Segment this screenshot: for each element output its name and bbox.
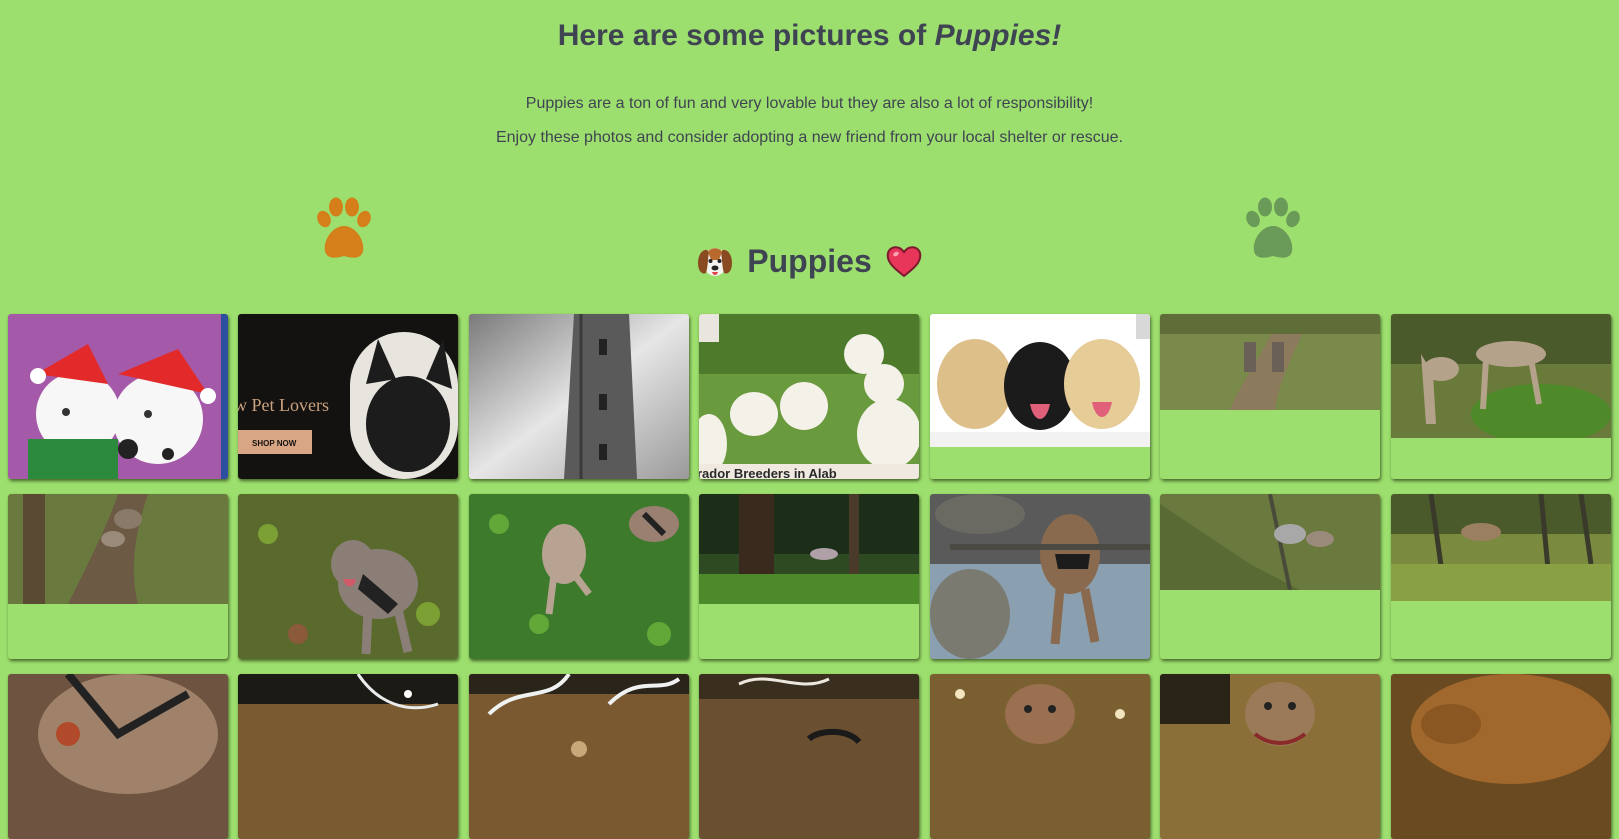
gallery-card[interactable]	[1160, 674, 1380, 839]
gallery-card[interactable]	[1160, 314, 1380, 479]
gallery-photo	[469, 314, 689, 479]
gallery-photo: w Pet Lovers SHOP NOW	[238, 314, 458, 479]
gallery-photo	[1160, 674, 1380, 839]
gallery-photo	[8, 494, 228, 604]
gallery-photo	[1160, 314, 1380, 410]
gallery-photo	[8, 314, 228, 479]
gallery-card[interactable]	[238, 494, 458, 659]
intro-line-2: Enjoy these photos and consider adopting…	[495, 129, 1124, 146]
gallery-card[interactable]	[930, 674, 1150, 839]
gallery-card[interactable]	[469, 674, 689, 839]
gallery-photo: rador Breeders in Alab	[699, 314, 919, 479]
photo-caption: rador Breeders in Alab	[699, 466, 837, 479]
gallery-photo	[238, 494, 458, 659]
gallery-photo	[1160, 494, 1380, 590]
gallery-card[interactable]	[8, 314, 228, 479]
gallery-photo	[469, 674, 689, 839]
gallery-card[interactable]	[238, 674, 458, 839]
title-emphasis: Puppies!	[934, 19, 1062, 52]
gallery-card[interactable]: w Pet Lovers SHOP NOW	[238, 314, 458, 479]
gallery-card[interactable]	[1160, 494, 1380, 659]
gallery-photo	[8, 674, 228, 839]
ad-headline: w Pet Lovers	[238, 395, 329, 415]
shop-now-label: SHOP NOW	[252, 439, 297, 448]
gallery-photo	[930, 314, 1150, 447]
gallery-card[interactable]	[8, 494, 228, 659]
section-label: Puppies	[747, 242, 872, 279]
gallery-card[interactable]	[1391, 494, 1611, 659]
gallery-photo	[1391, 314, 1611, 438]
title-prefix: Here are some pictures of	[557, 19, 927, 52]
gallery-card[interactable]	[1391, 674, 1611, 839]
gallery-photo	[930, 494, 1150, 659]
gallery-photo	[469, 494, 689, 659]
gallery-card[interactable]	[699, 494, 919, 659]
gallery-photo	[238, 674, 458, 839]
section-heading: Puppies	[0, 241, 1619, 281]
gallery-photo	[699, 674, 919, 839]
gallery-card[interactable]	[8, 674, 228, 839]
gallery-card[interactable]	[930, 314, 1150, 479]
dog-face-icon	[698, 247, 733, 276]
page-title: Here are some pictures of Puppies!	[0, 16, 1619, 56]
gallery-photo	[1391, 674, 1611, 839]
intro-line-1: Puppies are a ton of fun and very lovabl…	[525, 95, 1094, 112]
gallery-card[interactable]	[930, 494, 1150, 659]
gallery-photo	[930, 674, 1150, 839]
gallery-card[interactable]: rador Breeders in Alab	[699, 314, 919, 479]
gallery-photo	[1391, 494, 1611, 601]
gallery-photo	[699, 494, 919, 604]
gallery-card[interactable]	[1391, 314, 1611, 479]
gallery-card[interactable]	[699, 674, 919, 839]
heart-icon	[886, 245, 921, 277]
gallery-card[interactable]	[469, 314, 689, 479]
gallery-card[interactable]	[469, 494, 689, 659]
